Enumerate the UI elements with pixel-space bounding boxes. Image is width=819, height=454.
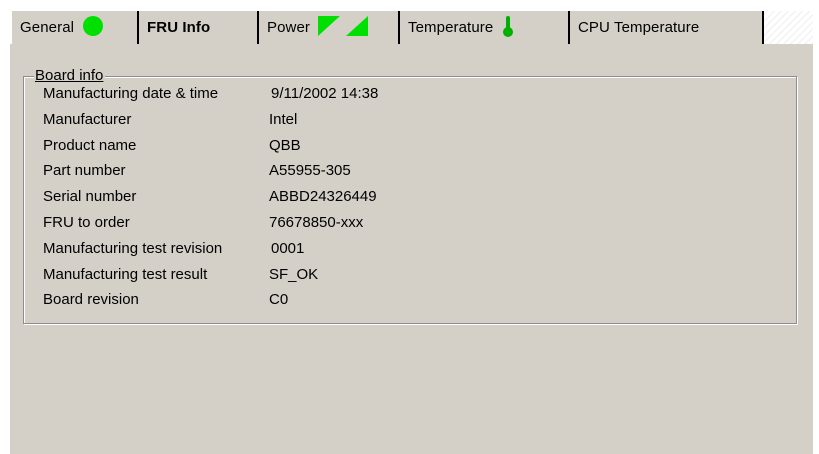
- fru-info-window: General FRU Info Power Temperature CPU T…: [0, 0, 819, 454]
- tab-temperature[interactable]: Temperature: [400, 11, 570, 44]
- power-triangles-icon: [318, 15, 370, 41]
- info-value: ABBD24326449: [269, 188, 377, 206]
- board-info-group: Board info Manufacturing date & time 9/1…: [23, 67, 797, 324]
- info-value: A55955-305: [269, 162, 351, 180]
- info-label: Manufacturing date & time: [43, 85, 219, 102]
- info-value: C0: [269, 291, 289, 309]
- info-value: 9/11/2002 14:38: [271, 85, 379, 102]
- info-value: 0001: [271, 239, 305, 257]
- tab-general[interactable]: General: [12, 11, 139, 44]
- thermometer-icon: [501, 14, 515, 42]
- tab-fru-info-label: FRU Info: [147, 19, 211, 36]
- info-label: Manufacturing test result: [43, 265, 208, 283]
- tab-power[interactable]: Power: [259, 11, 400, 44]
- tab-strip: General FRU Info Power Temperature CPU T…: [12, 11, 813, 44]
- info-label: Part number: [43, 162, 126, 180]
- info-value: QBB: [269, 136, 301, 154]
- tab-fru-info[interactable]: FRU Info: [139, 11, 259, 44]
- info-label: Manufacturing test revision: [43, 239, 223, 257]
- info-value: Intel: [269, 110, 298, 128]
- info-label: Manufacturer: [43, 110, 132, 128]
- tab-general-label: General: [20, 19, 75, 36]
- info-label: Board revision: [43, 291, 139, 309]
- info-value: SF_OK: [269, 265, 319, 283]
- info-label: Serial number: [43, 188, 137, 206]
- info-value: 76678850-xxx: [269, 213, 364, 231]
- tab-temperature-label: Temperature: [408, 19, 494, 36]
- info-label: Product name: [43, 136, 137, 154]
- info-label: FRU to order: [43, 213, 130, 231]
- tab-cpu-temperature[interactable]: CPU Temperature: [570, 11, 764, 44]
- green-circle-icon: [82, 15, 104, 41]
- tab-cpu-temperature-label: CPU Temperature: [578, 19, 700, 36]
- tab-power-label: Power: [267, 19, 311, 36]
- tab-strip-background: [764, 11, 813, 44]
- fru-info-panel: Board info Manufacturing date & time 9/1…: [10, 44, 813, 454]
